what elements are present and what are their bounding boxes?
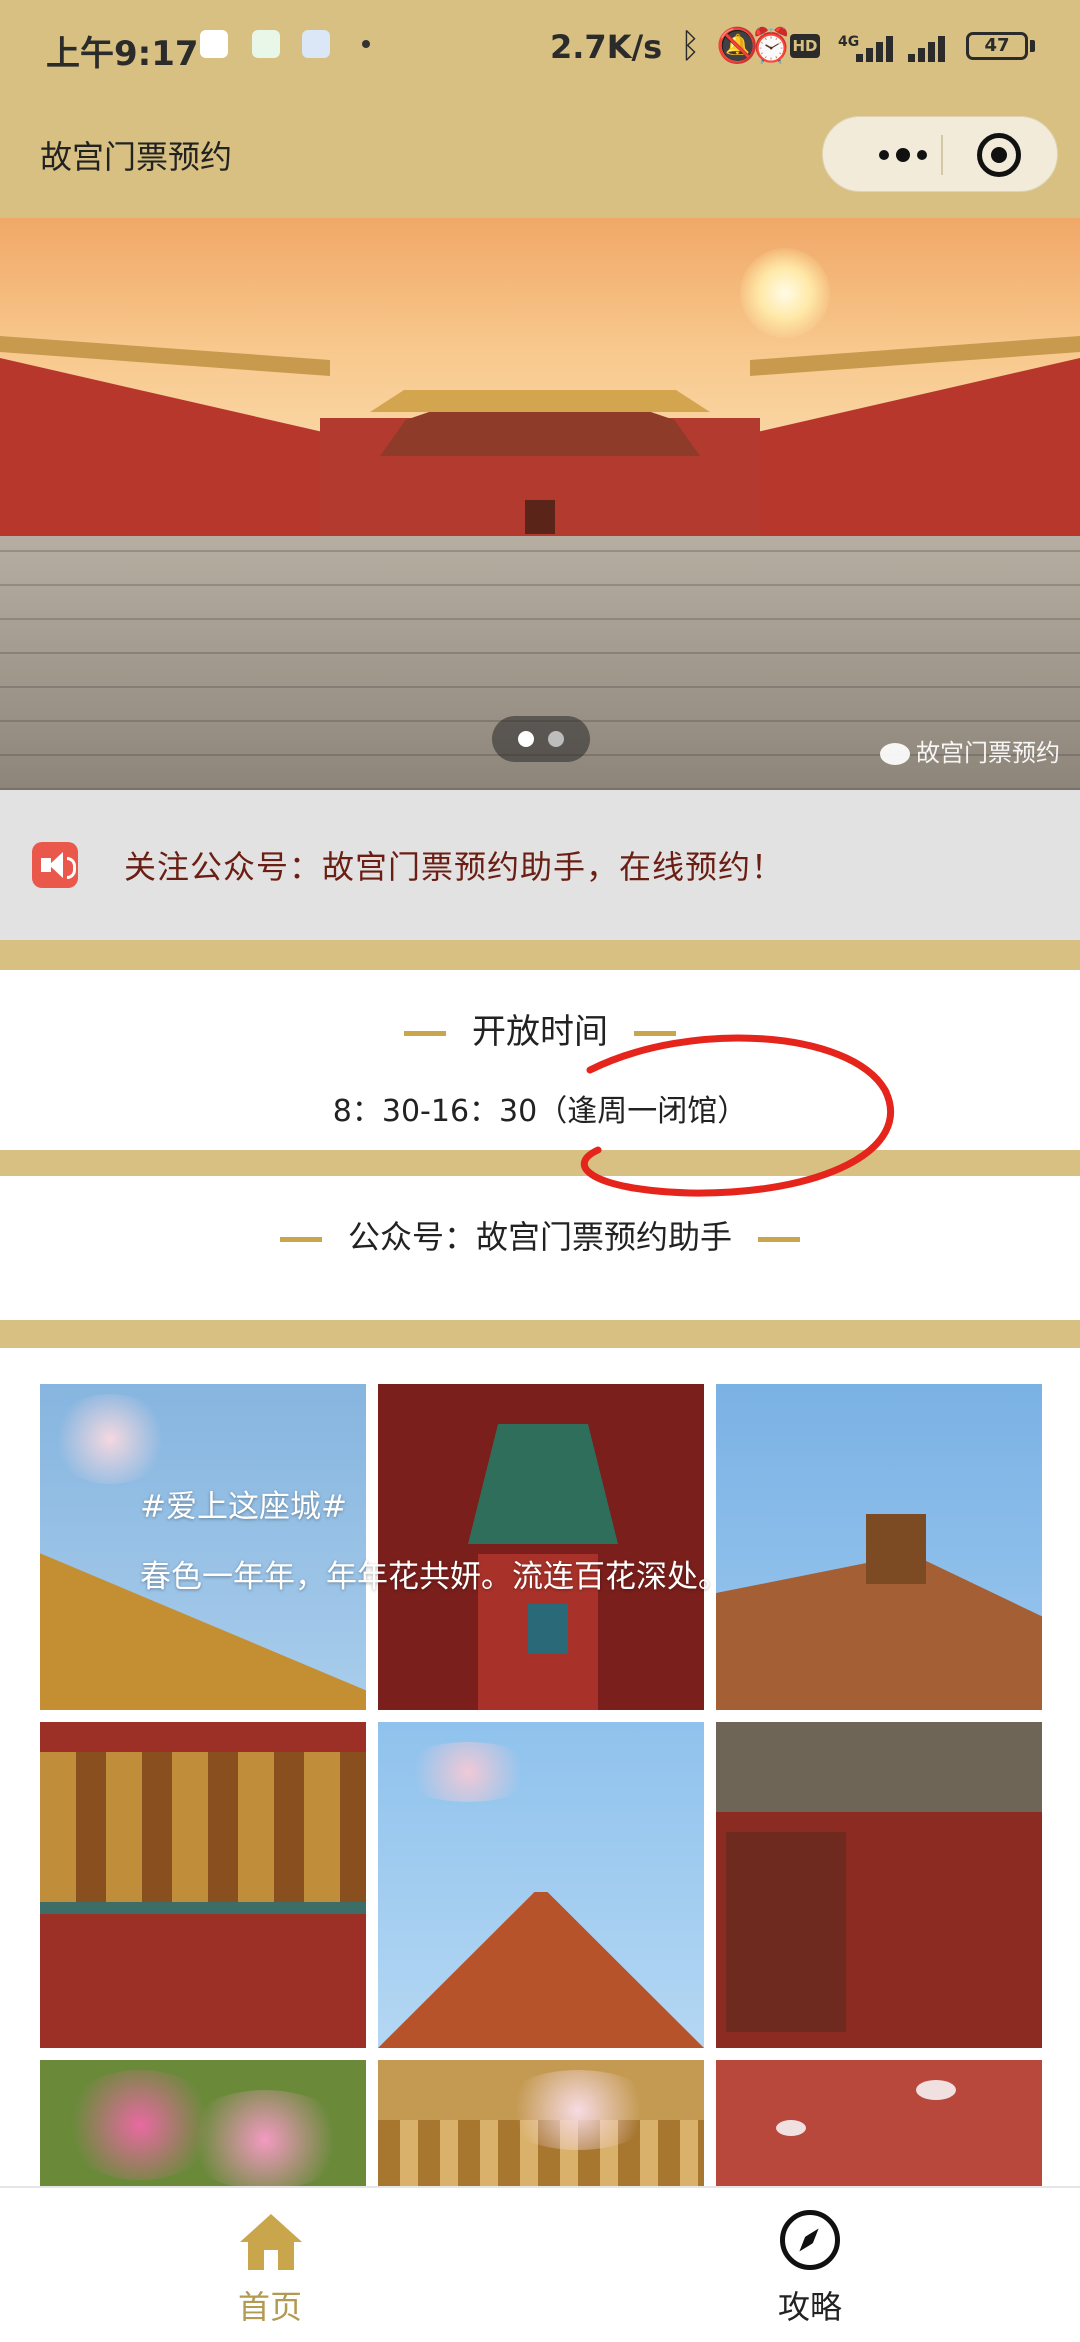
- app-header: 上午9:17 2.7K/s ᛒ 🔕 ⏰ HD 4G 47 故宫门票预约: [0, 0, 1080, 218]
- carousel-indicator: [492, 716, 590, 762]
- more-notifications-dot: [362, 40, 370, 48]
- carousel-dot-active[interactable]: [518, 731, 534, 747]
- gallery-caption-tag: #爱上这座城#: [140, 1489, 347, 1525]
- network-speed: 2.7K/s: [550, 28, 663, 66]
- banner-watermark: 故宫门票预约: [880, 733, 1060, 768]
- banner-sun: [740, 248, 830, 338]
- wechat-account-heading[interactable]: 公众号：故宫门票预约助手: [0, 1212, 1080, 1258]
- open-hours-text: 8：30-16：30（逢周一闭馆）: [332, 1094, 748, 1129]
- bottom-tab-bar: 首页 攻略: [0, 2186, 1080, 2342]
- home-icon: [240, 2214, 302, 2270]
- tab-home-label: 首页: [237, 2288, 302, 2326]
- status-bar: 上午9:17 2.7K/s ᛒ 🔕 ⏰ HD 4G 47: [0, 0, 1080, 96]
- gold-divider: [0, 1150, 1080, 1176]
- banner-gate-roof: [370, 390, 710, 412]
- gold-divider: [0, 1320, 1080, 1348]
- gallery-photo[interactable]: [40, 2060, 366, 2190]
- notification-icon: [200, 30, 228, 58]
- banner-carousel[interactable]: 故宫门票预约: [0, 218, 1080, 790]
- notice-bar[interactable]: 关注公众号：故宫门票预约助手，在线预约！: [0, 790, 1080, 940]
- battery-icon: 47: [966, 32, 1028, 60]
- page-title: 故宫门票预约: [40, 138, 233, 176]
- title-dash-right: [758, 1236, 800, 1242]
- title-dash-right: [634, 1031, 676, 1036]
- gallery-photo[interactable]: [716, 1722, 1042, 2048]
- signal-icon: [856, 32, 904, 62]
- tab-guide[interactable]: 攻略: [540, 2188, 1080, 2342]
- gallery-photo[interactable]: [378, 2060, 704, 2190]
- speaker-icon: [32, 842, 78, 888]
- miniapp-capsule: [822, 116, 1058, 192]
- photo-gallery: #爱上这座城# 春色一年年，年年花共妍。流连百花深处。: [40, 1384, 1042, 2190]
- title-dash-left: [404, 1031, 446, 1036]
- carousel-dot[interactable]: [548, 731, 564, 747]
- open-time-title: 开放时间: [472, 1012, 608, 1052]
- gallery-caption: #爱上这座城# 春色一年年，年年花共妍。流连百花深处。: [140, 1472, 729, 1612]
- wechat-notification-icon: [252, 30, 280, 58]
- gallery-caption-text: 春色一年年，年年花共妍。流连百花深处。: [140, 1559, 729, 1595]
- capsule-divider: [941, 135, 943, 175]
- notice-text: 关注公众号：故宫门票预约助手，在线预约！: [124, 848, 785, 886]
- compass-icon: [780, 2210, 840, 2270]
- app-notification-icon: [302, 30, 330, 58]
- status-time: 上午9:17: [46, 34, 199, 74]
- hd-badge: HD: [790, 34, 820, 58]
- open-time-heading: 开放时间: [0, 1004, 1080, 1053]
- more-options-icon[interactable]: [861, 135, 945, 175]
- gallery-photo[interactable]: [40, 1722, 366, 2048]
- close-miniapp-icon[interactable]: [977, 133, 1021, 177]
- battery-tip: [1030, 40, 1035, 52]
- watermark-text: 故宫门票预约: [916, 739, 1060, 767]
- gallery-photo[interactable]: [716, 2060, 1042, 2190]
- wechat-icon: [880, 743, 910, 765]
- signal-icon-2: [908, 32, 956, 62]
- gallery-photo[interactable]: [378, 1722, 704, 2048]
- wechat-account-title: 公众号：故宫门票预约助手: [347, 1218, 732, 1256]
- tab-guide-label: 攻略: [777, 2288, 842, 2326]
- title-dash-left: [279, 1236, 322, 1242]
- alarm-icon: ⏰: [750, 26, 793, 66]
- tab-home[interactable]: 首页: [0, 2188, 540, 2342]
- bluetooth-icon: ᛒ: [680, 26, 701, 66]
- banner-gate-door: [525, 500, 555, 534]
- gold-divider: [0, 940, 1080, 970]
- gallery-photo[interactable]: [716, 1384, 1042, 1710]
